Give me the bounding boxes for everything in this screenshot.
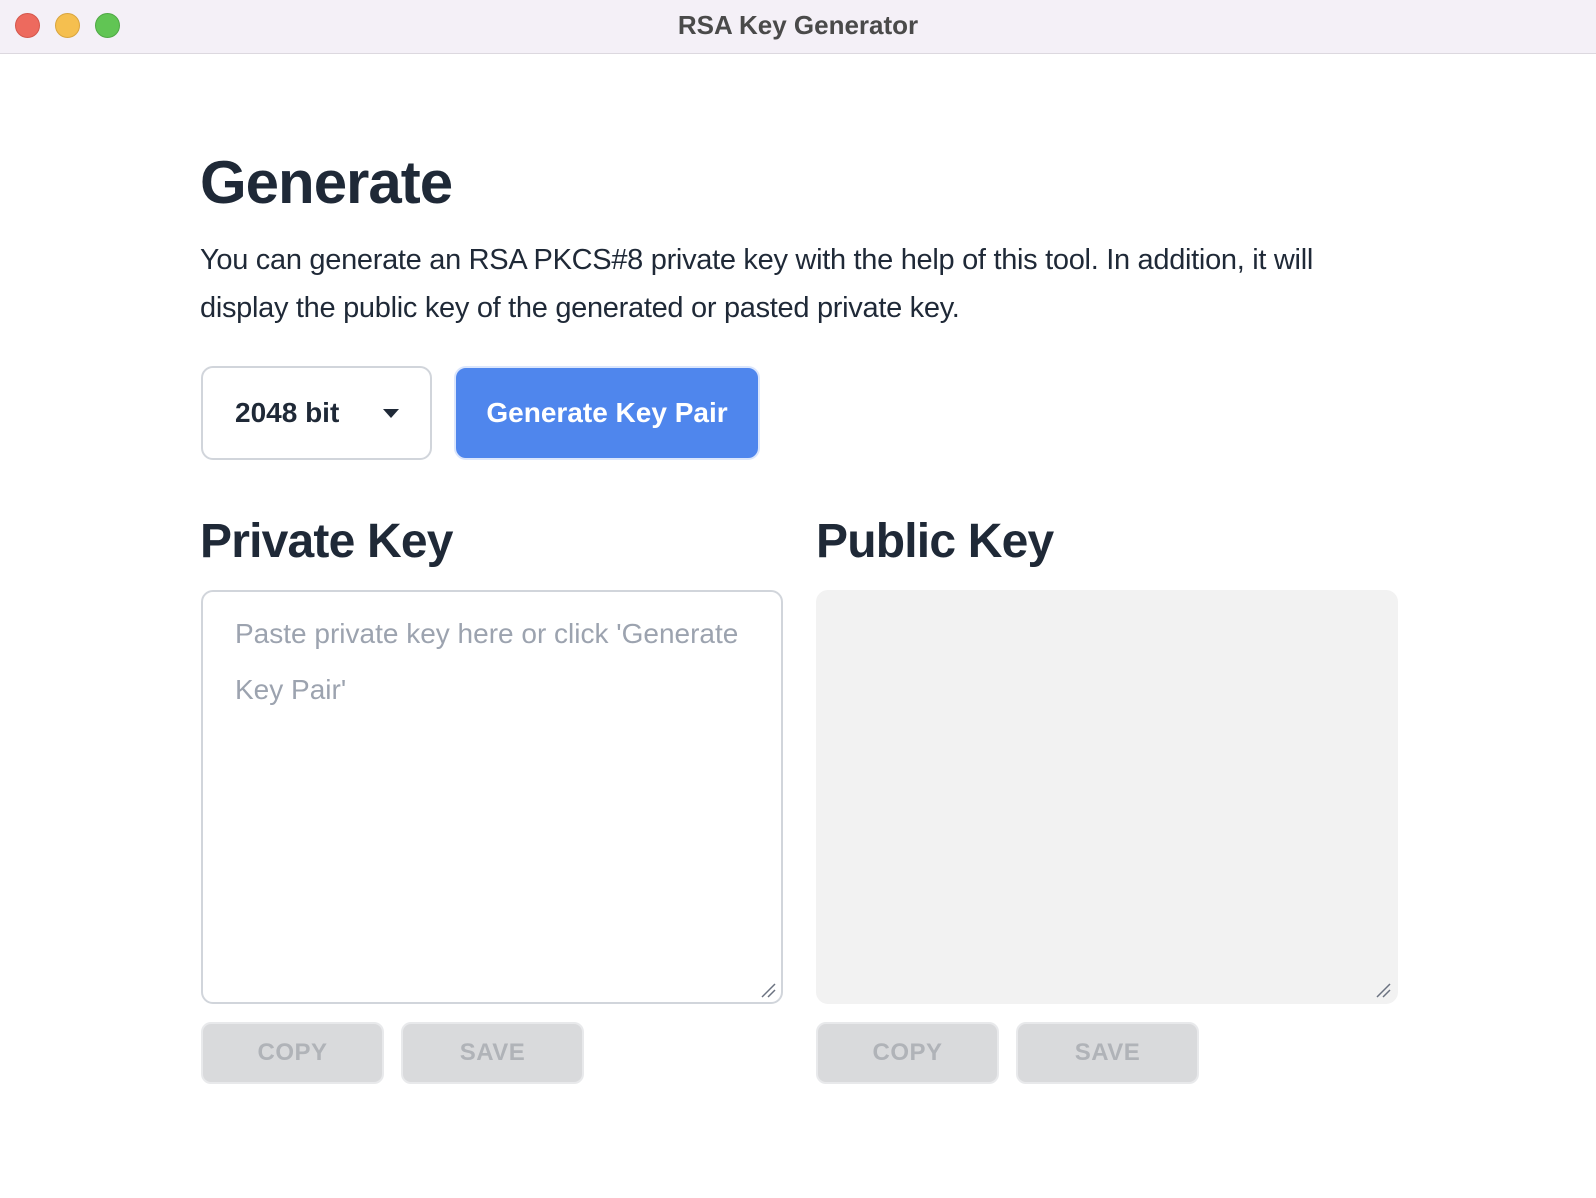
- public-key-textarea[interactable]: [816, 590, 1398, 1004]
- resize-handle-icon[interactable]: [1375, 982, 1391, 998]
- key-size-value: 2048 bit: [235, 397, 340, 428]
- private-key-title: Private Key: [200, 515, 454, 568]
- generate-key-pair-button[interactable]: Generate Key Pair: [454, 366, 760, 460]
- public-key-copy-button[interactable]: COPY: [816, 1022, 999, 1084]
- private-key-copy-button[interactable]: COPY: [201, 1022, 384, 1084]
- private-key-textarea[interactable]: [201, 590, 783, 1004]
- key-size-select[interactable]: 2048 bit: [201, 366, 432, 460]
- title-bar: RSA Key Generator: [0, 0, 1596, 54]
- app-window: RSA Key Generator Generate You can gener…: [0, 0, 1596, 1198]
- private-key-save-button[interactable]: SAVE: [401, 1022, 584, 1084]
- chevron-down-icon: [383, 409, 399, 418]
- public-key-title: Public Key: [816, 515, 1054, 568]
- resize-handle-icon[interactable]: [760, 982, 776, 998]
- public-key-save-button[interactable]: SAVE: [1016, 1022, 1199, 1084]
- window-title: RSA Key Generator: [677, 10, 919, 40]
- page-title: Generate: [200, 149, 453, 216]
- page-description: You can generate an RSA PKCS#8 private k…: [200, 244, 1313, 324]
